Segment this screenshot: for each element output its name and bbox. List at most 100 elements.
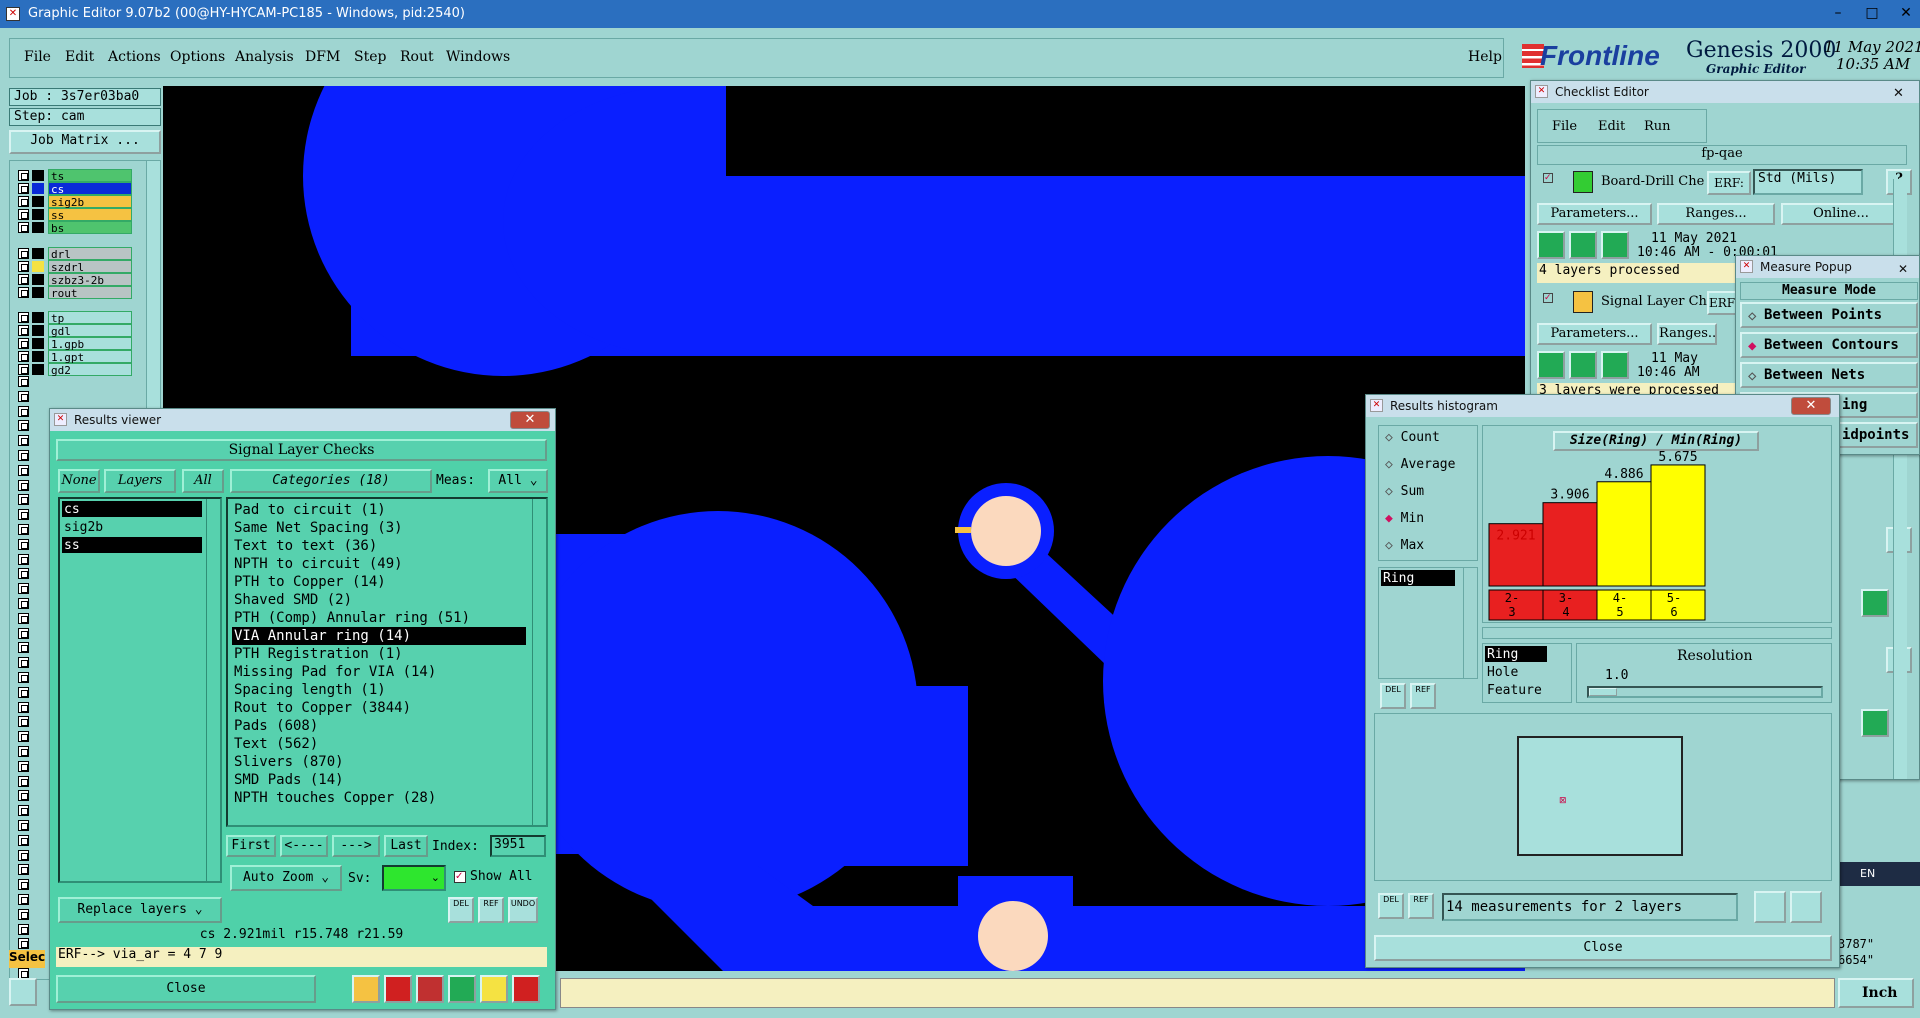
mode-min[interactable]: ◆ Min — [1385, 511, 1424, 526]
layer-checkbox[interactable] — [18, 820, 29, 831]
category-item[interactable]: Spacing length (1) — [232, 681, 526, 699]
layer-checkbox[interactable] — [18, 909, 29, 920]
layer-checkbox[interactable] — [18, 776, 29, 787]
zoom-icon[interactable] — [1861, 589, 1889, 617]
layer-checkbox[interactable] — [18, 287, 29, 298]
category-item[interactable]: Pads (608) — [232, 717, 526, 735]
checklist-menu-run[interactable]: Run — [1644, 119, 1671, 134]
layer-checkbox[interactable] — [18, 351, 29, 362]
layer-checkbox[interactable] — [18, 524, 29, 535]
run-icon[interactable] — [1601, 231, 1629, 259]
layer-checkbox[interactable] — [18, 716, 29, 727]
histogram-bar[interactable] — [1542, 502, 1598, 587]
category-item[interactable]: Rout to Copper (3844) — [232, 699, 526, 717]
checklist-menu-file[interactable]: File — [1552, 119, 1577, 134]
result-layer-item[interactable]: cs — [62, 501, 202, 517]
layer-checkbox[interactable] — [18, 465, 29, 476]
histogram-close-button[interactable]: Close — [1374, 935, 1832, 961]
window-close-button[interactable]: ✕ — [1886, 2, 1920, 24]
ranges-button[interactable]: Ranges... — [1657, 203, 1775, 225]
layer-checkbox[interactable] — [18, 274, 29, 285]
slider-thumb[interactable] — [1589, 688, 1617, 696]
meas-dropdown[interactable]: All ⌄ — [488, 469, 548, 493]
layer-checkbox[interactable] — [18, 598, 29, 609]
checklist-close-icon[interactable]: ✕ — [1893, 83, 1904, 105]
layer-checkbox[interactable] — [18, 894, 29, 905]
layer-checkbox[interactable] — [18, 642, 29, 653]
layer-row-cs[interactable]: cs — [48, 182, 132, 196]
del-icon[interactable]: DEL — [1378, 893, 1404, 919]
layer-checkbox[interactable] — [18, 672, 29, 683]
layer-row-ss[interactable]: ss — [48, 208, 132, 222]
measure-close-icon[interactable]: ✕ — [1898, 258, 1908, 280]
layer-checkbox[interactable] — [18, 790, 29, 801]
erf-button[interactable]: ERF: — [1707, 171, 1751, 195]
histogram-bar[interactable] — [1596, 481, 1652, 587]
checklist-item-name[interactable]: Board-Drill Che — [1601, 174, 1704, 189]
category-item[interactable]: NPTH to circuit (49) — [232, 555, 526, 573]
category-item[interactable]: Missing Pad for VIA (14) — [232, 663, 526, 681]
chart-export-icon[interactable] — [1754, 891, 1786, 923]
layer-checkbox[interactable] — [18, 805, 29, 816]
layer-results-scrollbar[interactable] — [206, 499, 220, 881]
mode-sum[interactable]: ◇ Sum — [1385, 484, 1424, 499]
between-nets-option[interactable]: ◇ Between Nets — [1740, 362, 1918, 388]
layer-row-tp[interactable]: tp — [48, 311, 132, 325]
ranges-button[interactable]: Ranges... — [1657, 323, 1717, 345]
layer-checkbox[interactable] — [18, 613, 29, 624]
ref-icon[interactable]: REF — [478, 897, 504, 923]
layer-row-gd2[interactable]: gd2 — [48, 363, 132, 377]
layer-checkbox[interactable] — [18, 539, 29, 550]
toolbar-icon[interactable] — [352, 975, 380, 1003]
item-checkbox[interactable]: ✓ — [1543, 293, 1553, 303]
zoom-icon[interactable] — [1861, 709, 1889, 737]
histogram-close-icon[interactable]: ✕ — [1791, 397, 1831, 415]
ref-icon[interactable]: REF — [1408, 893, 1434, 919]
layer-checkbox[interactable] — [18, 406, 29, 417]
layer-checkbox[interactable] — [18, 338, 29, 349]
parameters-button[interactable]: Parameters... — [1537, 203, 1652, 225]
toolbar-icon[interactable] — [480, 975, 508, 1003]
category-item[interactable]: Pad to circuit (1) — [232, 501, 526, 519]
category-item[interactable]: Shaved SMD (2) — [232, 591, 526, 609]
chart-scrollbar[interactable] — [1482, 627, 1832, 639]
category-item[interactable]: PTH to Copper (14) — [232, 573, 526, 591]
layer-checkbox[interactable] — [18, 261, 29, 272]
category-item[interactable]: Same Net Spacing (3) — [232, 519, 526, 537]
item-checkbox[interactable]: ✓ — [1543, 173, 1553, 183]
layer-checkbox[interactable] — [18, 657, 29, 668]
chart-icon[interactable] — [512, 975, 540, 1003]
resolution-slider[interactable] — [1587, 686, 1823, 698]
layer-row-bs[interactable]: bs — [48, 221, 132, 235]
attr-item[interactable]: Ring — [1485, 646, 1547, 662]
ref-icon[interactable]: REF — [1410, 683, 1436, 709]
menu-edit[interactable]: Edit — [65, 49, 94, 65]
run-icon[interactable] — [1569, 351, 1597, 379]
language-indicator[interactable]: EN — [1838, 862, 1920, 886]
layer-checkbox[interactable] — [18, 325, 29, 336]
layer-checkbox[interactable] — [18, 583, 29, 594]
mode-count[interactable]: ◇ Count — [1385, 430, 1440, 445]
run-icon[interactable] — [1537, 351, 1565, 379]
layer-checkbox[interactable] — [18, 628, 29, 639]
layer-checkbox[interactable] — [18, 702, 29, 713]
menu-actions[interactable]: Actions — [108, 49, 161, 65]
chart-settings-icon[interactable] — [1790, 891, 1822, 923]
menu-windows[interactable]: Windows — [446, 49, 510, 65]
tab-layers[interactable]: Layers — [104, 469, 176, 493]
layer-row-gdl[interactable]: gdl — [48, 324, 132, 338]
checklist-item-name[interactable]: Signal Layer Ch — [1601, 294, 1707, 309]
layer-row-1.gpb[interactable]: 1.gpb — [48, 337, 132, 351]
layer-checkbox[interactable] — [18, 938, 29, 949]
layer-checkbox[interactable] — [18, 170, 29, 181]
category-item[interactable]: PTH (Comp) Annular ring (51) — [232, 609, 526, 627]
layer-checkbox[interactable] — [18, 420, 29, 431]
layer-checkbox[interactable] — [18, 924, 29, 935]
menu-analysis[interactable]: Analysis — [235, 49, 294, 65]
layer-checkbox[interactable] — [18, 364, 29, 375]
run-icon[interactable] — [1601, 351, 1629, 379]
erf-value[interactable]: Std (Mils) — [1753, 169, 1863, 195]
layer-checkbox[interactable] — [18, 435, 29, 446]
layer-row-drl[interactable]: drl — [48, 247, 132, 261]
undo-icon[interactable]: UNDO — [508, 897, 538, 923]
